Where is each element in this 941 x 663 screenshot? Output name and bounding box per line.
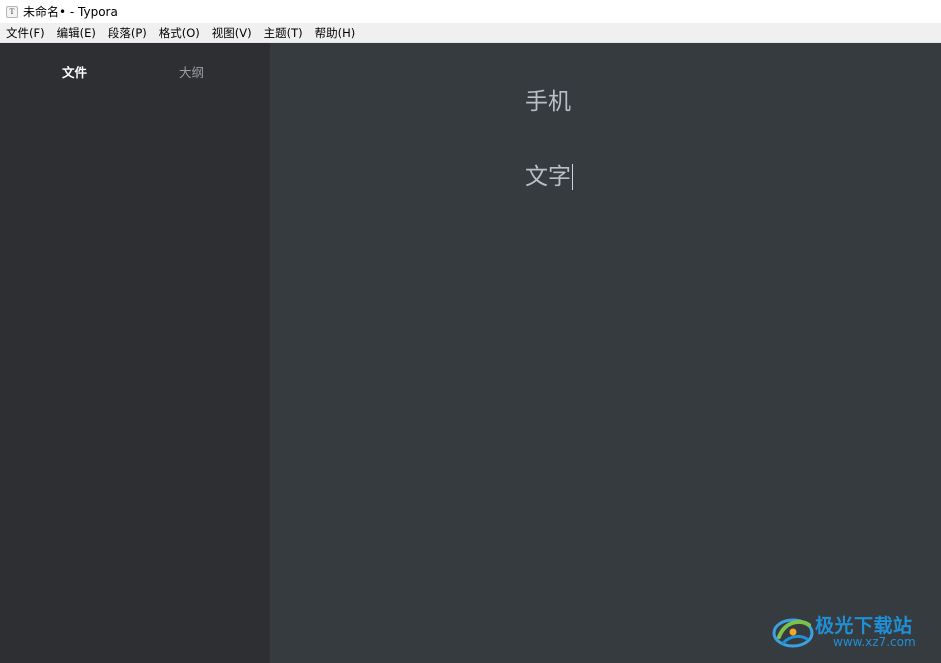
menu-file[interactable]: 文件(F)	[0, 23, 51, 43]
editor-area[interactable]: 手机 文字 极光下载站 www.xz7.com	[270, 43, 941, 663]
watermark-brand: 极光下载站	[815, 615, 913, 637]
menu-paragraph[interactable]: 段落(P)	[102, 23, 153, 43]
window-title: 未命名• - Typora	[23, 5, 118, 19]
menu-help[interactable]: 帮助(H)	[309, 23, 362, 43]
typora-app-icon[interactable]: T	[6, 5, 18, 18]
watermark-url: www.xz7.com	[833, 635, 916, 649]
title-bar: T 未命名• - Typora	[0, 0, 941, 23]
editor-paragraph-text[interactable]: 文字	[525, 164, 571, 190]
sidebar: 文件 大纲	[0, 43, 270, 663]
tab-outline[interactable]: 大纲	[179, 65, 204, 81]
editor-paragraph[interactable]: 手机	[525, 87, 571, 117]
menu-view[interactable]: 视图(V)	[206, 23, 258, 43]
editor-paragraph-active[interactable]: 文字	[525, 162, 573, 192]
menu-themes[interactable]: 主题(T)	[258, 23, 309, 43]
menu-format[interactable]: 格式(O)	[153, 23, 206, 43]
tab-files[interactable]: 文件	[62, 65, 87, 81]
aurora-logo-icon	[772, 618, 814, 648]
text-cursor	[572, 163, 573, 190]
watermark: 极光下载站 www.xz7.com	[771, 609, 931, 653]
menu-bar: 文件(F) 编辑(E) 段落(P) 格式(O) 视图(V) 主题(T) 帮助(H…	[0, 23, 941, 43]
menu-edit[interactable]: 编辑(E)	[51, 23, 102, 43]
